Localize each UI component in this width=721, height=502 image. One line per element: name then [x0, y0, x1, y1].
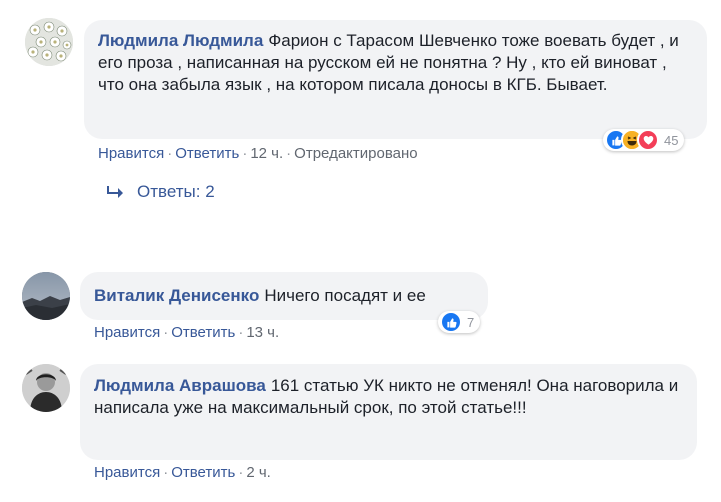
reaction-count: 45: [664, 132, 679, 148]
edited-label[interactable]: Отредактировано: [294, 145, 417, 162]
like-link[interactable]: Нравится: [94, 324, 160, 341]
reply-arrow-icon: [107, 186, 123, 198]
like-link[interactable]: Нравится: [94, 464, 160, 481]
reaction-summary[interactable]: 45: [603, 129, 685, 151]
reply-link[interactable]: Ответить: [171, 324, 235, 341]
reply-link[interactable]: Ответить: [175, 145, 239, 162]
reaction-count: 7: [467, 314, 475, 330]
separator: ·: [167, 145, 173, 162]
timestamp[interactable]: 13 ч.: [246, 324, 279, 341]
reply-link[interactable]: Ответить: [171, 464, 235, 481]
comment-author[interactable]: Людмила Аврашова: [94, 376, 266, 395]
comment-author[interactable]: Людмила Людмила: [98, 31, 263, 50]
comment-text: Ничего посадят и ее: [264, 286, 426, 305]
love-icon: [637, 129, 659, 151]
comment-bubble: Людмила Людмила Фарион с Тарасом Шевченко…: [84, 20, 707, 139]
separator: ·: [238, 464, 244, 481]
comment-bubble: Людмила Аврашова 161 статью УК никто не о…: [80, 364, 697, 460]
comment-actions: Нравится · Ответить · 12 ч. · Отредактировано: [98, 145, 418, 162]
separator: ·: [242, 145, 248, 162]
replies-count: Ответы: 2: [137, 182, 215, 201]
comment-actions: Нравится · Ответить · 13 ч.: [94, 324, 279, 341]
timestamp[interactable]: 12 ч.: [250, 145, 283, 162]
separator: ·: [286, 145, 292, 162]
timestamp[interactable]: 2 ч.: [246, 464, 271, 481]
avatar[interactable]: [22, 272, 70, 320]
like-link[interactable]: Нравится: [98, 145, 164, 162]
avatar[interactable]: [25, 18, 73, 66]
view-replies-link[interactable]: Ответы: 2: [107, 182, 215, 202]
separator: ·: [163, 324, 169, 341]
comment-bubble: Виталик Денисенко Ничего посадят и ее: [80, 272, 488, 320]
separator: ·: [163, 464, 169, 481]
comment-actions: Нравится · Ответить · 2 ч.: [94, 464, 271, 481]
comment-author[interactable]: Виталик Денисенко: [94, 286, 259, 305]
avatar[interactable]: [22, 364, 70, 412]
reaction-summary[interactable]: 7: [438, 311, 481, 333]
separator: ·: [238, 324, 244, 341]
like-icon: [440, 311, 462, 333]
